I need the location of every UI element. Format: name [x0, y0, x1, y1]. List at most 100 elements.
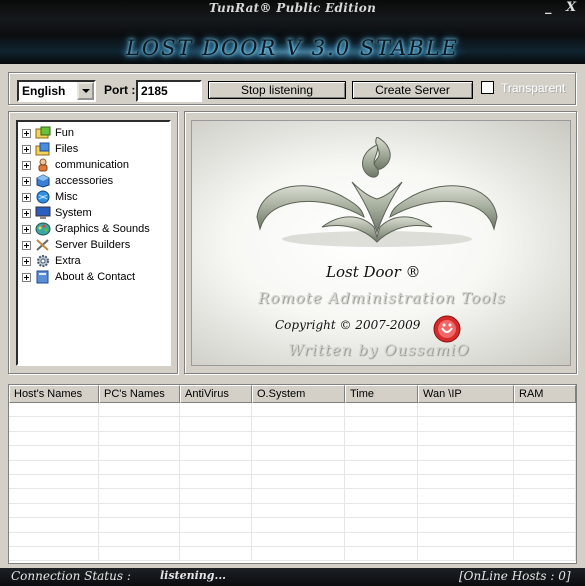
- table-row[interactable]: [9, 417, 576, 432]
- expand-icon[interactable]: [22, 224, 31, 234]
- table-cell: [514, 460, 576, 474]
- table-cell: [99, 518, 180, 532]
- connection-status-value: listening...: [160, 569, 226, 582]
- port-input[interactable]: [136, 80, 202, 102]
- table-row[interactable]: [9, 546, 576, 562]
- table-cell: [514, 431, 576, 446]
- minimize-button[interactable]: _: [545, 0, 552, 15]
- table-cell: [418, 474, 514, 489]
- table-cell: [99, 417, 180, 431]
- tree-item-label: Fun: [55, 127, 74, 139]
- table-cell: [99, 546, 180, 561]
- table-cell: [180, 532, 252, 546]
- table-cell: [252, 474, 345, 489]
- table-cell: [9, 532, 99, 546]
- about-splash: Lost Door ® Romote Administration Tools …: [191, 120, 571, 366]
- table-cell: [345, 460, 418, 474]
- expand-icon[interactable]: [22, 208, 31, 218]
- table-row[interactable]: [9, 503, 576, 519]
- logo-frame: Lost Door ® Romote Administration Tools …: [184, 111, 577, 374]
- column-antivirus[interactable]: AntiVirus: [180, 385, 252, 403]
- tree-item-system[interactable]: System: [18, 205, 169, 221]
- table-cell: [418, 546, 514, 561]
- table-cell: [252, 403, 345, 417]
- title-bar[interactable]: TunRat® Public Edition _ X LOST DOOR V 3…: [0, 0, 585, 64]
- tree-item-communication[interactable]: communication: [18, 157, 169, 173]
- tree-item-label: Server Builders: [55, 239, 131, 251]
- expand-icon[interactable]: [22, 256, 31, 266]
- tree-item-files[interactable]: Files: [18, 141, 169, 157]
- expand-icon[interactable]: [22, 128, 31, 138]
- language-select[interactable]: English: [17, 80, 96, 102]
- column-host-names[interactable]: Host's Names: [9, 385, 99, 403]
- expand-icon[interactable]: [22, 160, 31, 170]
- emblem-logo: [256, 137, 498, 247]
- table-header: Host's Names PC's Names AntiVirus O.Syst…: [9, 385, 576, 403]
- table-row[interactable]: [9, 474, 576, 490]
- table-cell: [180, 403, 252, 417]
- table-cell: [418, 446, 514, 460]
- table-cell: [9, 518, 99, 532]
- tree-item-fun[interactable]: Fun: [18, 125, 169, 141]
- table-cell: [99, 474, 180, 489]
- tree-item-server-builders[interactable]: Server Builders: [18, 237, 169, 253]
- toolbar: English Port : Stop listening Create Ser…: [8, 72, 576, 105]
- expand-icon[interactable]: [22, 272, 31, 282]
- table-cell: [252, 532, 345, 546]
- table-cell: [99, 446, 180, 460]
- port-label: Port :: [104, 83, 136, 97]
- table-row[interactable]: [9, 431, 576, 447]
- table-cell: [514, 532, 576, 546]
- close-button[interactable]: X: [566, 0, 576, 15]
- table-cell: [418, 503, 514, 518]
- table-row[interactable]: [9, 403, 576, 418]
- table-row[interactable]: [9, 489, 576, 504]
- table-row[interactable]: [9, 532, 576, 547]
- edition-label: TunRat® Public Edition: [208, 1, 377, 15]
- tree-item-graphics-sounds[interactable]: Graphics & Sounds: [18, 221, 169, 237]
- table-cell: [9, 546, 99, 561]
- expand-icon[interactable]: [22, 192, 31, 202]
- tree-item-accessories[interactable]: accessories: [18, 173, 169, 189]
- column-time[interactable]: Time: [345, 385, 418, 403]
- table-cell: [9, 474, 99, 489]
- expand-icon[interactable]: [22, 240, 31, 250]
- book-icon: [35, 270, 51, 284]
- table-body: [9, 403, 576, 562]
- table-row[interactable]: [9, 446, 576, 461]
- transparent-checkbox[interactable]: [481, 81, 494, 94]
- tree-item-misc[interactable]: Misc: [18, 189, 169, 205]
- table-cell: [180, 503, 252, 518]
- tree-item-label: Graphics & Sounds: [55, 223, 150, 235]
- language-value: English: [22, 84, 66, 98]
- table-cell: [514, 474, 576, 489]
- column-wan-ip[interactable]: Wan \IP: [418, 385, 514, 403]
- table-row[interactable]: [9, 518, 576, 533]
- column-ram[interactable]: RAM: [514, 385, 576, 403]
- chevron-down-icon[interactable]: [77, 82, 94, 100]
- stop-listening-button[interactable]: Stop listening: [208, 81, 346, 99]
- column-pc-names[interactable]: PC's Names: [99, 385, 180, 403]
- column-os[interactable]: O.System: [252, 385, 345, 403]
- table-cell: [252, 546, 345, 561]
- table-cell: [418, 403, 514, 417]
- expand-icon[interactable]: [22, 176, 31, 186]
- create-server-button[interactable]: Create Server: [352, 81, 473, 99]
- palette-icon: [35, 222, 51, 236]
- logo-title: Lost Door ®: [326, 263, 421, 281]
- table-cell: [345, 546, 418, 561]
- transparent-label: Transparent: [501, 81, 566, 95]
- folder-game-icon: [35, 126, 51, 140]
- table-cell: [252, 417, 345, 431]
- table-cell: [252, 503, 345, 518]
- hosts-table[interactable]: Host's Names PC's Names AntiVirus O.Syst…: [8, 384, 577, 564]
- table-cell: [514, 546, 576, 561]
- tree-item-label: System: [55, 207, 92, 219]
- table-cell: [514, 403, 576, 417]
- tree-item-about-contact[interactable]: About & Contact: [18, 269, 169, 285]
- expand-icon[interactable]: [22, 144, 31, 154]
- table-cell: [345, 503, 418, 518]
- table-row[interactable]: [9, 460, 576, 475]
- table-cell: [418, 532, 514, 546]
- tree-item-extra[interactable]: Extra: [18, 253, 169, 269]
